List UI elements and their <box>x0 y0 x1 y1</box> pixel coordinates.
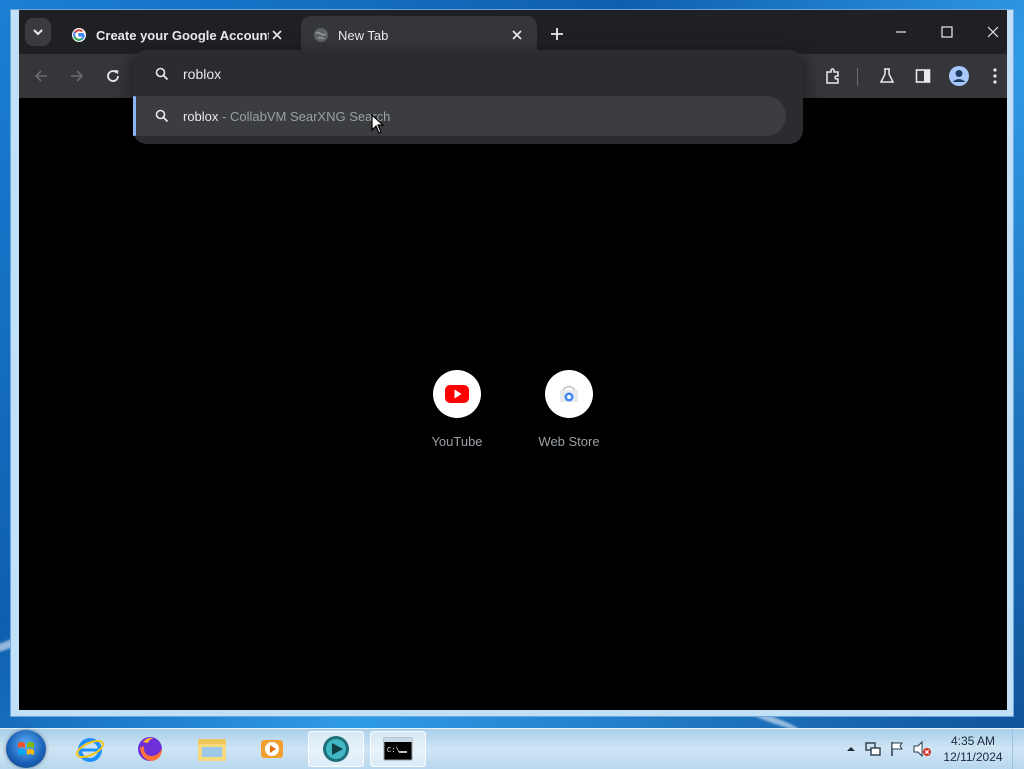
avatar-icon <box>949 66 969 86</box>
profile-button[interactable] <box>947 64 971 88</box>
back-button[interactable] <box>29 64 53 88</box>
search-icon <box>155 109 169 123</box>
tab-title: New Tab <box>338 27 389 43</box>
menu-button[interactable] <box>983 64 1007 88</box>
shortcut-youtube[interactable]: YouTube <box>407 370 507 449</box>
shortcut-web-store[interactable]: Web Store <box>519 370 619 449</box>
media-player-icon <box>261 740 283 758</box>
close-tab-icon[interactable] <box>509 27 525 43</box>
show-desktop-button[interactable] <box>1012 729 1024 769</box>
suggestion-engine: CollabVM SearXNG Search <box>229 108 391 124</box>
clock-time: 4:35 AM <box>950 734 996 748</box>
toolbar-divider <box>857 68 858 86</box>
minimize-icon <box>896 31 906 33</box>
webstore-icon <box>560 385 578 402</box>
omnibox-suggestion[interactable]: roblox - CollabVM SearXNG Search <box>133 96 786 136</box>
tab-title: Create your Google Account <box>96 27 269 43</box>
command-prompt-icon: C:\ <box>383 737 413 761</box>
suggestion-text: roblox - CollabVM SearXNG Search <box>183 109 390 124</box>
google-g-icon <box>72 28 86 42</box>
omnibox-dropdown: roblox roblox - CollabVM SearXNG Search <box>133 50 803 144</box>
show-hidden-icons-icon[interactable] <box>844 742 858 756</box>
arrow-left-icon <box>34 70 47 82</box>
tab-google-account[interactable]: Create your Google Account <box>59 16 297 54</box>
side-panel-button[interactable] <box>911 64 935 88</box>
close-window-button[interactable] <box>973 18 1013 46</box>
tab-search-button[interactable] <box>25 18 51 46</box>
taskbar-media-player[interactable] <box>244 731 300 767</box>
puzzle-icon <box>826 68 839 84</box>
address-bar[interactable]: roblox <box>133 54 803 94</box>
shortcut-tile <box>433 370 481 418</box>
volume-muted-icon[interactable] <box>912 740 932 758</box>
side-panel-icon <box>915 69 931 83</box>
suggestion-separator: - <box>218 108 230 124</box>
youtube-icon <box>445 385 469 403</box>
close-icon <box>987 26 999 38</box>
taskbar-file-explorer[interactable] <box>184 731 240 767</box>
svg-text:C:\: C:\ <box>387 747 400 755</box>
action-center-flag-icon[interactable] <box>888 740 906 758</box>
tab-new-tab[interactable]: New Tab <box>301 16 537 54</box>
network-icon[interactable] <box>864 740 882 758</box>
shortcut-tile <box>545 370 593 418</box>
suggestion-query: roblox <box>183 108 219 124</box>
kebab-menu-icon <box>993 68 997 84</box>
taskbar-command-prompt[interactable]: C:\ <box>370 731 426 767</box>
taskbar-firefox[interactable] <box>122 731 178 767</box>
taskbar-chromium[interactable] <box>308 731 364 767</box>
system-tray <box>844 729 932 769</box>
clock-date: 12/11/2024 <box>943 750 1003 764</box>
forward-button[interactable] <box>65 64 89 88</box>
firefox-icon <box>138 737 162 761</box>
arrow-right-icon <box>71 70 84 82</box>
search-icon <box>155 67 169 81</box>
internet-explorer-icon <box>76 738 104 762</box>
new-tab-page: YouTube Web Store <box>19 98 1007 710</box>
shortcut-label: Web Store <box>538 434 600 449</box>
shortcut-label: YouTube <box>431 434 483 449</box>
new-tab-button[interactable] <box>545 22 569 46</box>
close-tab-icon[interactable] <box>269 27 285 43</box>
tab-strip: Create your Google Account New Tab <box>19 10 1007 54</box>
globe-icon <box>314 28 328 42</box>
extensions-button[interactable] <box>821 64 845 88</box>
windows-logo-icon <box>18 742 34 755</box>
chromium-icon <box>323 736 349 762</box>
taskbar: C:\ 4:35 AM 12/11/2024 <box>0 728 1024 769</box>
plus-icon <box>551 28 563 40</box>
flask-icon <box>879 68 895 83</box>
minimize-button[interactable] <box>881 18 921 46</box>
taskbar-internet-explorer[interactable] <box>62 731 118 767</box>
chevron-down-icon <box>33 29 43 36</box>
taskbar-clock[interactable]: 4:35 AM 12/11/2024 <box>938 733 1008 765</box>
maximize-icon <box>941 26 953 38</box>
labs-button[interactable] <box>875 64 899 88</box>
file-explorer-icon <box>198 739 226 761</box>
mouse-cursor-icon <box>371 114 385 134</box>
maximize-button[interactable] <box>927 18 967 46</box>
address-input[interactable]: roblox <box>183 66 221 82</box>
reload-button[interactable] <box>101 64 125 88</box>
reload-icon <box>107 70 119 82</box>
start-button[interactable] <box>6 730 46 768</box>
